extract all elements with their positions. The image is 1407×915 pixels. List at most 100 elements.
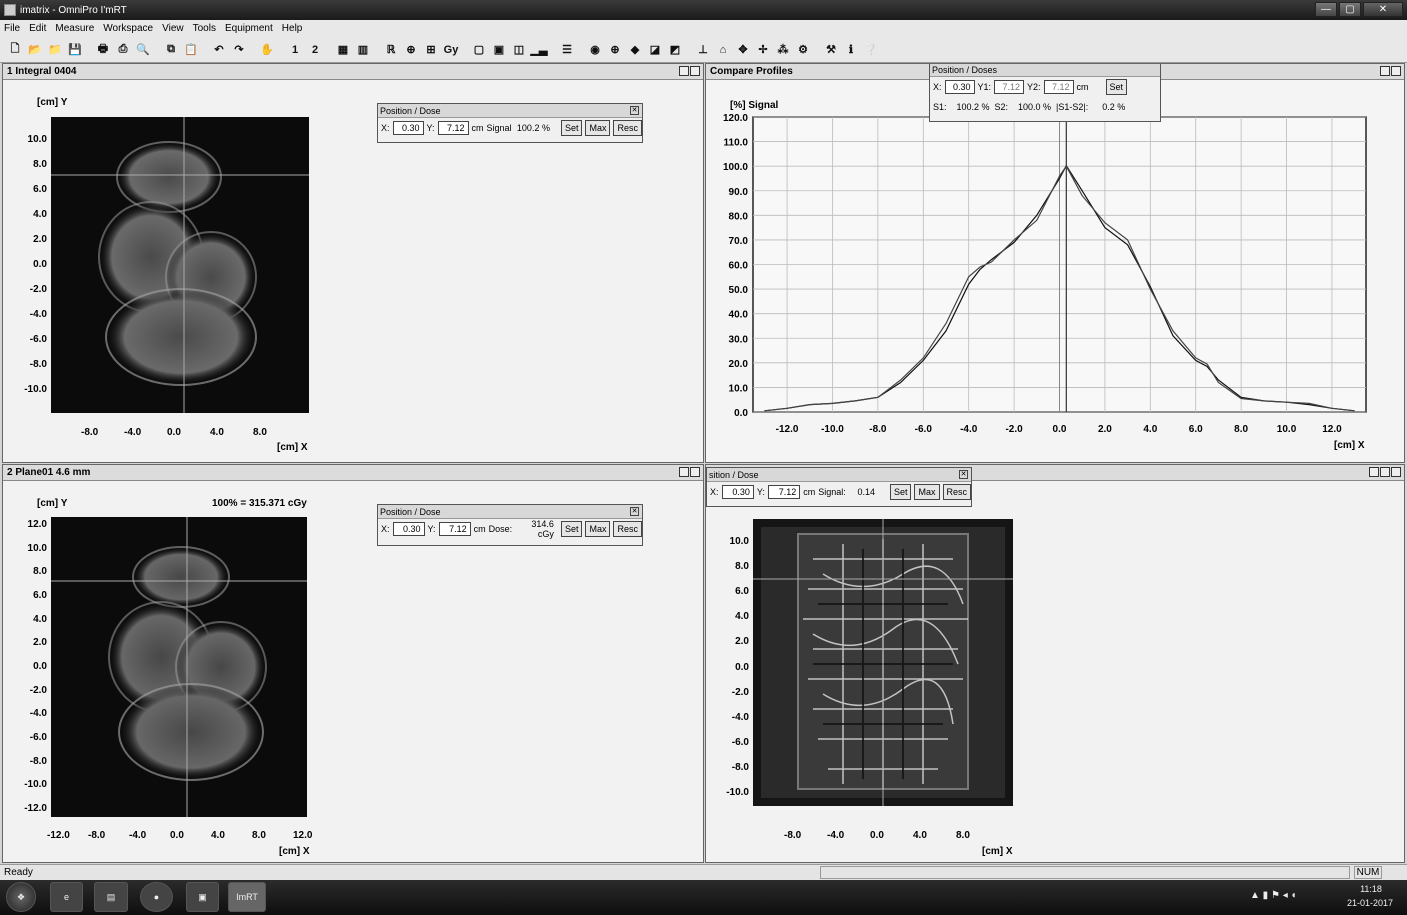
measure-icon[interactable]: ⊥ [694,41,712,59]
print2-icon[interactable]: ⎙ [114,41,132,59]
chart-icon[interactable]: ◪ [646,41,664,59]
pane-integral[interactable]: 1 Integral 0404 [cm] Y 10.0 8.0 6.0 4.0 2.0 0… [2,63,704,463]
layout2-icon[interactable]: ▥ [354,41,372,59]
globe-icon[interactable]: ⊕ [606,41,624,59]
y-field[interactable]: 7.12 [438,522,471,536]
clock-time[interactable]: 11:18 [1346,884,1396,894]
prof-icon[interactable]: ⊞ [422,41,440,59]
maximize-icon[interactable] [690,467,700,477]
dose-image[interactable] [51,517,307,817]
resc-button[interactable]: Resc [613,120,642,136]
menu-workspace[interactable]: Workspace [103,23,153,34]
compare-icon[interactable]: ⁂ [774,41,792,59]
menu-view[interactable]: View [162,23,184,34]
restore-icon[interactable] [1369,467,1379,477]
menu-edit[interactable]: Edit [29,23,46,34]
target-icon[interactable]: ◉ [586,41,604,59]
imrt-task-button[interactable]: ImRT [228,882,266,912]
maximize-button[interactable]: ▢ [1339,2,1361,17]
info-icon[interactable]: ℹ [842,41,860,59]
open2-icon[interactable]: 📁 [46,41,64,59]
start-icon[interactable]: ❖ [6,882,36,912]
pane-plane01[interactable]: 2 Plane01 4.6 mm [cm] Y 100% = 315.371 c… [2,464,704,863]
y-field[interactable]: 7.12 [767,485,801,499]
pane-compare-profiles[interactable]: Compare Profiles -12.0 -10.0 -8.0 -6.0 -4.0-… [705,63,1405,463]
x-field[interactable]: 0.30 [392,522,425,536]
x-field[interactable]: 0.30 [721,485,754,499]
set-button[interactable]: Set [560,521,583,537]
resc-button[interactable]: Resc [613,521,642,537]
restore-icon[interactable] [1380,66,1390,76]
x-tick-label: 0.0 [870,830,884,841]
resc-button[interactable]: Resc [942,484,972,500]
layout-one-button[interactable]: 1 [286,41,304,59]
layout1-icon[interactable]: ▦ [334,41,352,59]
x-field[interactable]: 0.30 [392,121,424,135]
set-button[interactable]: Set [1105,79,1128,95]
maximize-icon[interactable] [1391,66,1401,76]
print-icon[interactable]: 🖶 [94,41,112,59]
save-icon[interactable]: 💾 [66,41,84,59]
tool2-icon[interactable]: ▣ [490,41,508,59]
y-field[interactable]: 7.12 [437,121,469,135]
printpreview-icon[interactable]: 🔍 [134,41,152,59]
x-field[interactable]: 0.30 [944,80,975,94]
explorer-icon[interactable]: ▤ [94,882,128,912]
measure2-icon[interactable]: ⌂ [714,41,732,59]
layout-two-button[interactable]: 2 [306,41,324,59]
menu-equipment[interactable]: Equipment [225,23,273,34]
redo-icon[interactable]: ↷ [230,41,248,59]
y-tick-label: -4.0 [29,708,47,720]
tool3-icon[interactable]: ◫ [510,41,528,59]
max-button[interactable]: Max [585,120,611,136]
ie-icon[interactable]: e [50,882,83,912]
move-icon[interactable]: ✥ [734,41,752,59]
histogram-icon[interactable]: ▁▃ [530,41,548,59]
max-button[interactable]: Max [914,484,940,500]
undo-icon[interactable]: ↶ [210,41,228,59]
app-icon[interactable]: ▣ [186,882,219,912]
gear-icon[interactable]: ⚙ [794,41,812,59]
y2-field[interactable]: 7.12 [1043,80,1074,94]
restore-icon[interactable] [1380,467,1390,477]
tray-icons[interactable]: ▲ ▮ ⚑ ◂ ◖ [1250,890,1297,901]
roi-icon[interactable]: ℝ [382,41,400,59]
max-button[interactable]: Max [585,521,611,537]
maximize-icon[interactable] [1391,467,1401,477]
restore-icon[interactable] [679,66,689,76]
zoom-icon[interactable]: ⊕ [402,41,420,59]
y1-field[interactable]: 7.12 [994,80,1025,94]
copy-icon[interactable]: ⧉ [162,41,180,59]
open-icon[interactable]: 📂 [26,41,44,59]
restore-icon[interactable] [679,467,689,477]
arrows-icon[interactable]: ✢ [754,41,772,59]
set-button[interactable]: Set [889,484,912,500]
close-icon[interactable]: ✕ [630,106,639,115]
pane-difference[interactable]: 10.0 8.0 6.0 4.0 2.0 0.0 -2.0 -4.0 -6.0 -8.0 -10.0… [705,464,1405,863]
gy-button[interactable]: Gy [442,41,460,59]
set-button[interactable]: Set [560,120,583,136]
difference-image[interactable] [753,519,1013,806]
profile-chart[interactable]: -12.0 -10.0 -8.0 -6.0 -4.0 -2.0 0.0 2.0 4.0 6.0 8.… [706,80,1404,463]
menu-measure[interactable]: Measure [55,23,94,34]
close-icon[interactable]: ✕ [959,470,968,479]
minimize-button[interactable]: — [1315,2,1337,17]
menu-tools[interactable]: Tools [193,23,216,34]
maximize-icon[interactable] [690,66,700,76]
menu-file[interactable]: File [4,23,20,34]
close-button[interactable]: ✕ [1363,2,1403,17]
list-icon[interactable]: ☰ [558,41,576,59]
tools-icon[interactable]: ⚒ [822,41,840,59]
paste-icon[interactable]: 📋 [182,41,200,59]
help-icon[interactable]: ❔ [862,41,880,59]
media-player-icon[interactable]: ● [140,882,173,912]
tool1-icon[interactable]: ▢ [470,41,488,59]
clock-date[interactable]: 21-01-2017 [1340,898,1400,908]
dose-image[interactable] [51,117,309,413]
menu-help[interactable]: Help [282,23,303,34]
hand-icon[interactable]: ✋ [258,41,276,59]
chart2-icon[interactable]: ◩ [666,41,684,59]
new-icon[interactable]: 🗋 [6,41,24,59]
shape-icon[interactable]: ◆ [626,41,644,59]
close-icon[interactable]: ✕ [630,507,639,516]
